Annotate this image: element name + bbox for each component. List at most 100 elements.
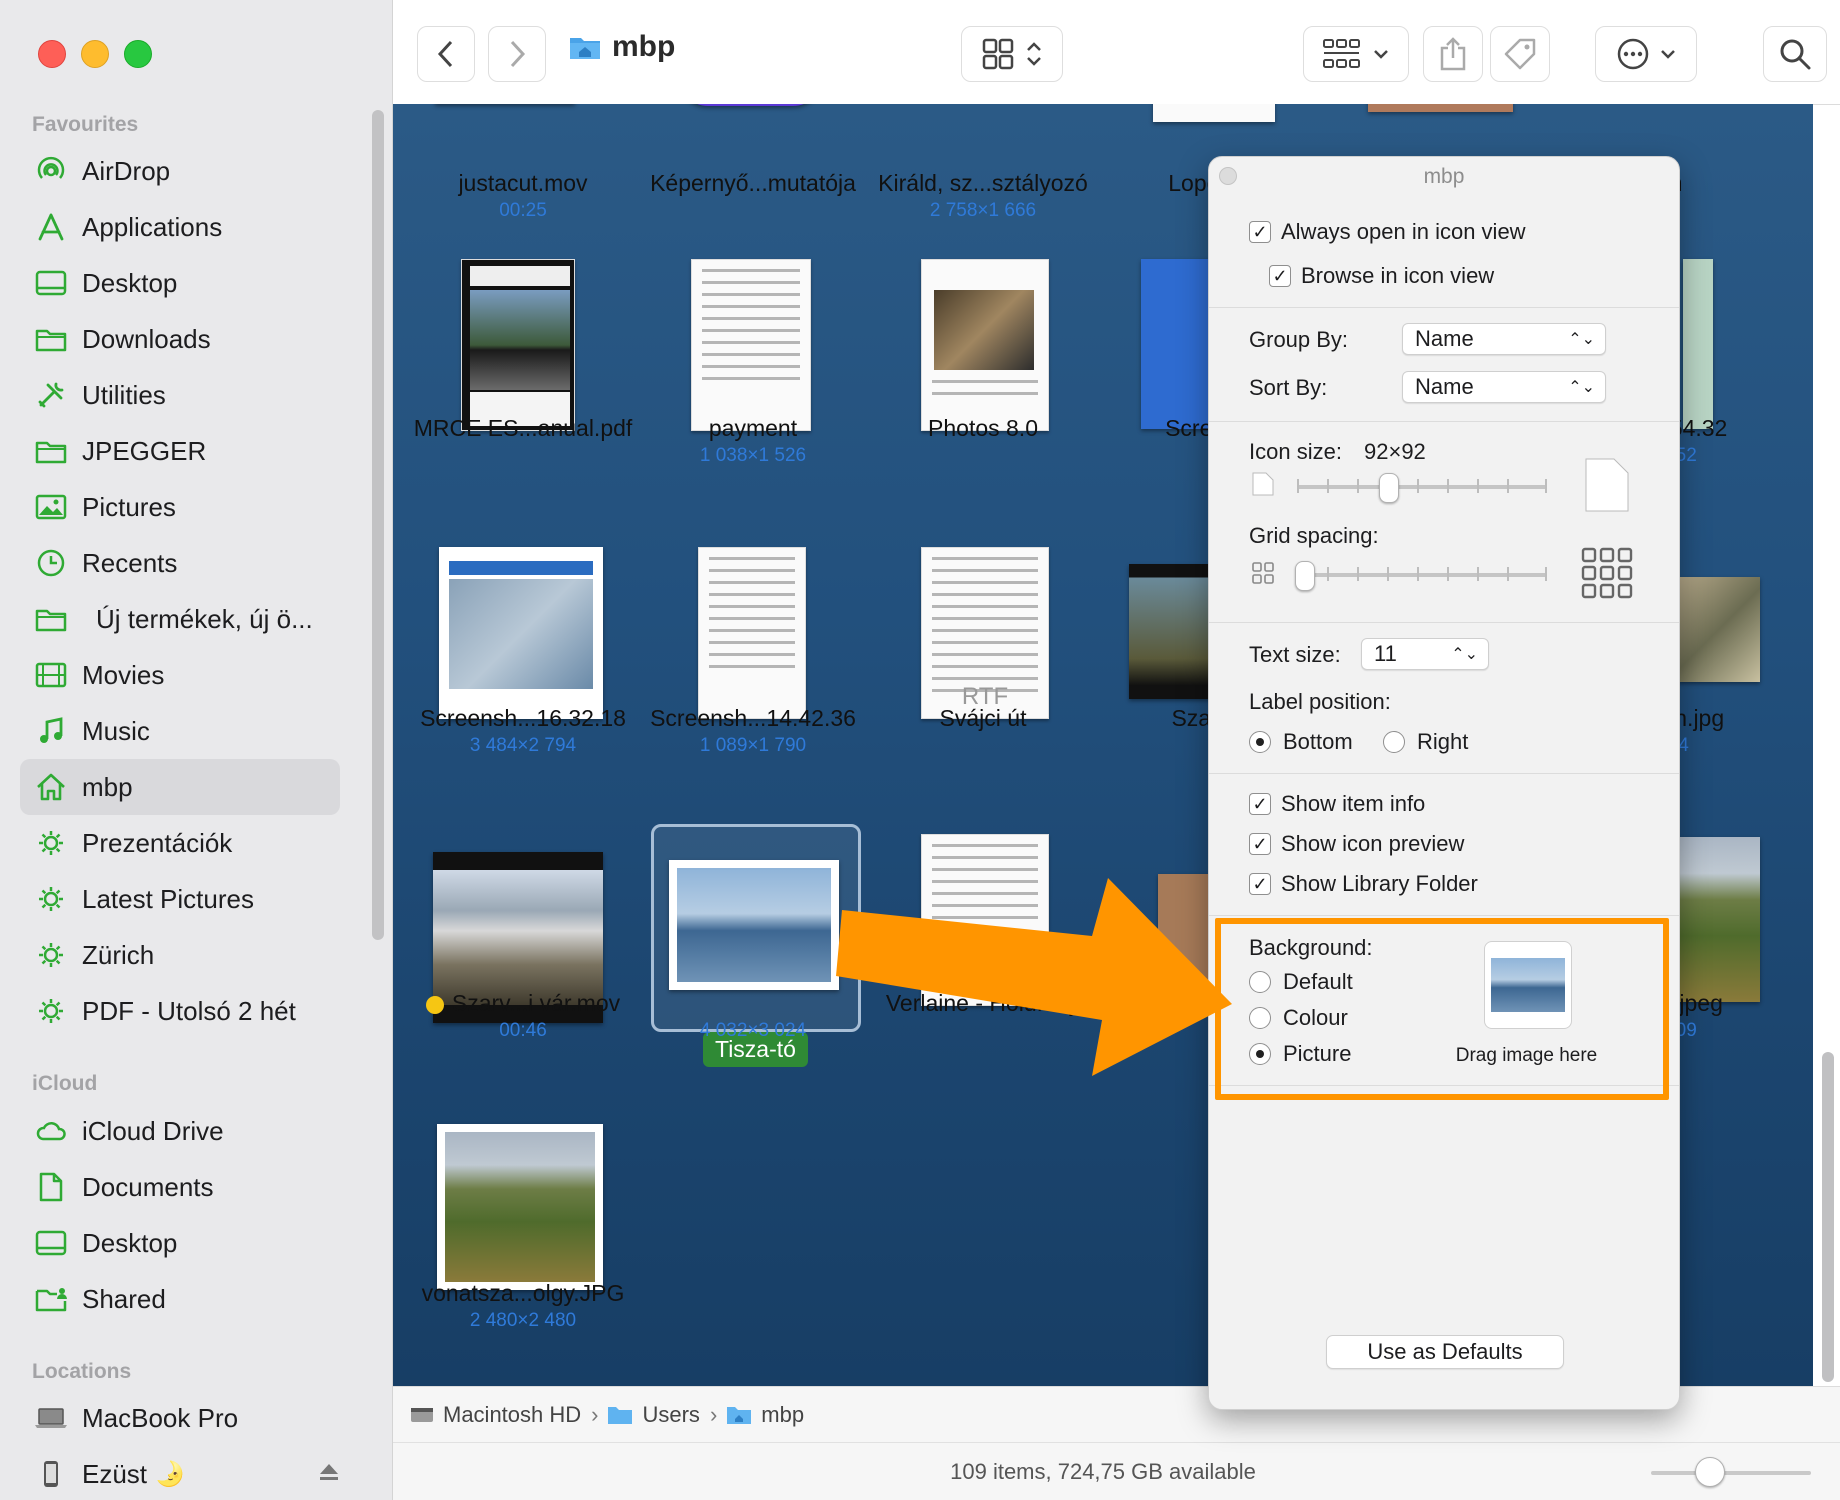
group-by-select[interactable]: Name ⌃⌄ <box>1402 323 1606 355</box>
browse-icon-view-checkbox[interactable]: ✓ Browse in icon view <box>1269 263 1494 289</box>
sidebar-item-macbook-pro[interactable]: MacBook Pro <box>20 1390 340 1446</box>
sidebar-item-downloads[interactable]: Downloads <box>20 311 340 367</box>
small-grid-icon <box>1252 562 1274 584</box>
sidebar-item-label: Applications <box>82 211 223 242</box>
grid-spacing-slider-knob[interactable] <box>1295 561 1315 591</box>
sidebar-item-icloud-drive[interactable]: iCloud Drive <box>20 1103 340 1159</box>
sidebar-item-mbp[interactable]: mbp <box>20 759 340 815</box>
show-icon-preview-checkbox[interactable]: ✓ Show icon preview <box>1249 831 1464 857</box>
sidebar-item-applications[interactable]: Applications <box>20 199 340 255</box>
show-item-info-checkbox[interactable]: ✓ Show item info <box>1249 791 1425 817</box>
movies-icon <box>34 658 68 692</box>
sidebar-item-pictures[interactable]: Pictures <box>20 479 340 535</box>
sidebar-item-label: Movies <box>82 659 165 690</box>
path-item[interactable]: Users <box>606 1402 700 1428</box>
updown-chevron-icon: ⌃⌄ <box>1451 646 1478 663</box>
back-button[interactable] <box>417 26 475 82</box>
sidebar-item-shared[interactable]: Shared <box>20 1271 340 1327</box>
show-library-folder-checkbox[interactable]: ✓ Show Library Folder <box>1249 871 1478 897</box>
sort-by-select[interactable]: Name ⌃⌄ <box>1402 371 1606 403</box>
sidebar-item-prezentaciok[interactable]: Prezentációk <box>20 815 340 871</box>
sidebar-item-label: Latest Pictures <box>82 883 254 914</box>
airdrop-icon <box>34 154 68 188</box>
sidebar-item-label: Desktop <box>82 1227 178 1258</box>
document-thumbnail <box>921 259 1049 431</box>
sidebar-item-recents[interactable]: Recents <box>20 535 340 591</box>
file-name-text: Szarv...i vár.mov <box>451 990 621 1016</box>
label-bottom-radio[interactable]: Bottom <box>1249 729 1353 755</box>
file-name: Verlaine - Holdfény <box>885 990 1081 1016</box>
sidebar-item-airdrop[interactable]: AirDrop <box>20 143 340 199</box>
eject-icon[interactable] <box>318 1462 340 1487</box>
folder-icon <box>34 322 68 356</box>
file-meta: 1 038×1 526 <box>699 445 807 466</box>
text-size-select[interactable]: 11 ⌃⌄ <box>1361 638 1489 670</box>
pictures-icon <box>34 490 68 524</box>
sidebar-item-ezust[interactable]: Ezüst 🌛 <box>20 1446 340 1500</box>
content-scrollbar[interactable] <box>1822 1052 1834 1382</box>
sort-by-label: Sort By: <box>1249 375 1328 400</box>
sidebar-scrollbar[interactable] <box>372 110 384 940</box>
checkmark-icon: ✓ <box>1249 833 1271 855</box>
sidebar-item-documents[interactable]: Documents <box>20 1159 340 1215</box>
large-grid-icon <box>1581 547 1633 599</box>
group-icon <box>1323 39 1360 68</box>
share-button[interactable] <box>1423 26 1483 82</box>
share-icon <box>1440 37 1466 71</box>
zoom-window-button[interactable] <box>124 40 152 68</box>
sidebar-item-label: MacBook Pro <box>82 1402 239 1433</box>
thumbnail <box>1683 259 1713 429</box>
grid-spacing-slider[interactable] <box>1297 573 1547 577</box>
icon-size-slider[interactable] <box>1297 485 1547 489</box>
file-name: Photos 8.0 <box>928 415 1038 441</box>
file-meta: 00:25 <box>499 200 547 221</box>
thumbnail <box>1153 104 1275 122</box>
radio-label: Bottom <box>1283 729 1353 754</box>
chevron-right-icon: › <box>709 1402 718 1427</box>
sidebar-item-movies[interactable]: Movies <box>20 647 340 703</box>
view-mode-button[interactable] <box>961 26 1063 82</box>
thumbnail <box>1141 259 1211 429</box>
checkmark-icon: ✓ <box>1249 221 1271 243</box>
path-item[interactable]: mbp <box>725 1402 804 1428</box>
sidebar-section-favourites: Favourites <box>32 113 139 136</box>
path-item-label: Users <box>642 1402 700 1427</box>
group-by-label: Group By: <box>1249 327 1349 352</box>
always-open-icon-view-checkbox[interactable]: ✓ Always open in icon view <box>1249 219 1526 245</box>
path-item[interactable]: Macintosh HD <box>409 1402 581 1428</box>
sidebar-item-icloud-desktop[interactable]: Desktop <box>20 1215 340 1271</box>
minimize-window-button[interactable] <box>81 40 109 68</box>
file-meta: 2 480×2 480 <box>469 1310 577 1331</box>
sidebar-item-label: Documents <box>82 1171 214 1202</box>
file-name: Screensh...14.42.36 <box>650 705 856 731</box>
sidebar-item-label: Prezentációk <box>82 827 233 858</box>
sidebar-item-desktop[interactable]: Desktop <box>20 255 340 311</box>
icon-size-slider-track[interactable] <box>1651 1471 1811 1475</box>
folder-icon <box>34 434 68 468</box>
label-right-radio[interactable]: Right <box>1383 729 1468 755</box>
file-meta: 2 758×1 666 <box>929 200 1037 221</box>
close-window-button[interactable] <box>38 40 66 68</box>
sidebar-item-uj-termekek[interactable]: Új termékek, új ö... <box>20 591 340 647</box>
thumbnail <box>1678 577 1760 682</box>
group-button[interactable] <box>1303 26 1409 82</box>
use-as-defaults-button[interactable]: Use as Defaults <box>1326 1335 1564 1369</box>
sidebar: Favourites AirDrop Applications Desktop … <box>0 0 393 1500</box>
file-name: Screensh...16.32.18 <box>420 705 626 731</box>
sort-by-value: Name <box>1415 374 1474 399</box>
forward-button[interactable] <box>488 26 546 82</box>
radio-selected-icon <box>1249 731 1271 753</box>
sidebar-item-utilities[interactable]: Utilities <box>20 367 340 423</box>
sidebar-item-pdf-utolso[interactable]: PDF - Utolsó 2 hét <box>20 983 340 1039</box>
sidebar-item-music[interactable]: Music <box>20 703 340 759</box>
sidebar-item-jpegger[interactable]: JPEGGER <box>20 423 340 479</box>
laptop-icon <box>34 1401 68 1435</box>
sidebar-item-latest-pictures[interactable]: Latest Pictures <box>20 871 340 927</box>
more-actions-button[interactable] <box>1595 26 1697 82</box>
search-button[interactable] <box>1763 26 1827 82</box>
icon-size-slider-knob[interactable] <box>1379 473 1399 503</box>
tags-button[interactable] <box>1490 26 1550 82</box>
icon-size-slider-knob[interactable] <box>1695 1457 1725 1487</box>
sidebar-item-zurich[interactable]: Zürich <box>20 927 340 983</box>
yellow-tag-icon <box>425 995 444 1014</box>
